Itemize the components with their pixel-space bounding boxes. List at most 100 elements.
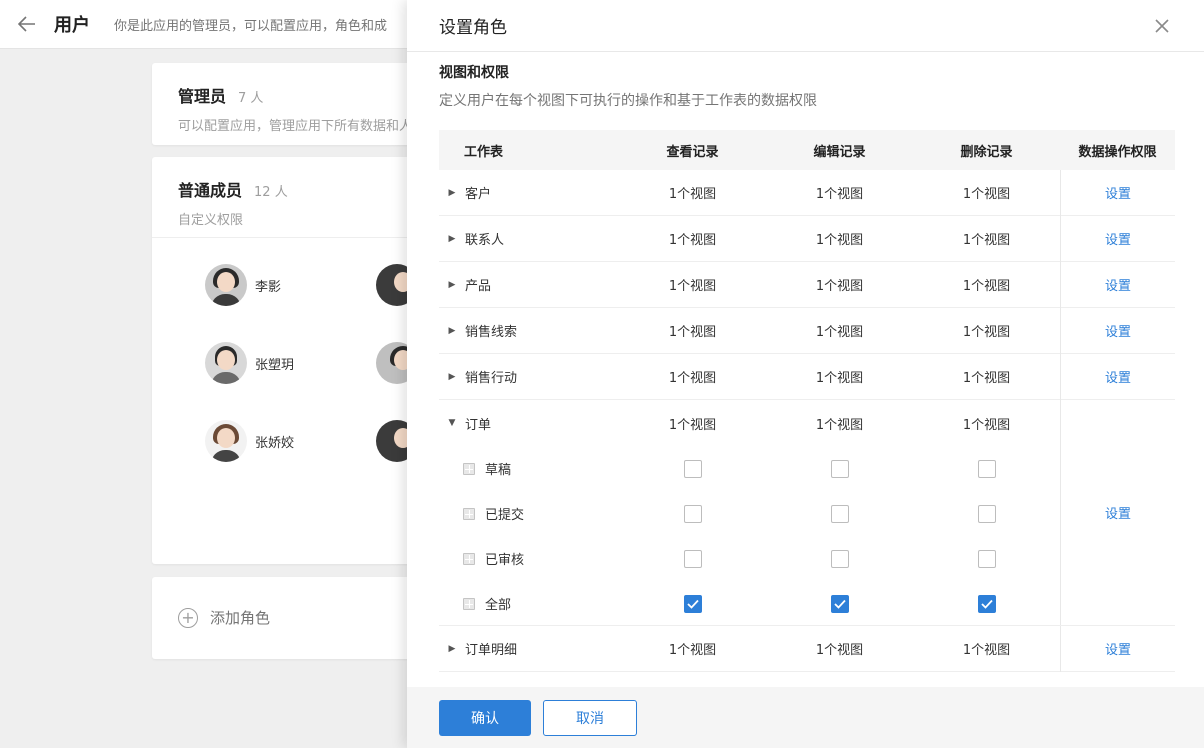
- check-icon: [980, 599, 993, 609]
- drawer-header: 设置角色: [407, 0, 1204, 52]
- edit-checkbox[interactable]: [830, 549, 849, 568]
- close-icon: [1155, 18, 1169, 33]
- edit-checkbox[interactable]: [830, 504, 849, 523]
- avatar: [205, 264, 247, 306]
- settings-link[interactable]: 设置: [1105, 503, 1131, 522]
- caret-right-icon[interactable]: ▶: [447, 280, 457, 290]
- edit-cell: 1个视图: [815, 279, 864, 294]
- delete-cell: 1个视图: [962, 325, 1011, 340]
- arrow-left-icon: [18, 16, 35, 32]
- view-icon: [463, 507, 475, 520]
- role-description: 自定义权限: [178, 213, 244, 228]
- delete-checkbox[interactable]: [977, 549, 996, 568]
- view-cell: 1个视图: [668, 233, 717, 248]
- caret-right-icon[interactable]: ▶: [447, 188, 457, 198]
- add-role-label: 添加角色: [210, 609, 271, 627]
- settings-link[interactable]: 设置: [1105, 321, 1131, 340]
- view-cell: 1个视图: [668, 279, 717, 294]
- avatar: [205, 420, 247, 462]
- worksheet-name: 联系人: [465, 233, 505, 248]
- drawer-footer: 确认 取消: [407, 687, 1204, 748]
- divider: [152, 237, 442, 238]
- settings-link[interactable]: 设置: [1105, 183, 1131, 202]
- drawer-title: 设置角色: [439, 18, 507, 38]
- view-icon: [463, 552, 475, 565]
- table-row[interactable]: ▶ 联系人 1个视图 1个视图 1个视图 设置: [439, 215, 1175, 262]
- subview-row: 全部: [439, 581, 1060, 626]
- confirm-button[interactable]: 确认: [439, 699, 531, 736]
- worksheet-name: 订单明细: [465, 643, 518, 658]
- role-name: 管理员: [178, 87, 227, 106]
- table-row-expanded[interactable]: ▼ 订单 1个视图 1个视图 1个视图 草稿 已提交 已审核 全部 设置: [439, 400, 1175, 626]
- delete-cell: 1个视图: [962, 417, 1011, 433]
- settings-link[interactable]: 设置: [1105, 229, 1131, 248]
- delete-checkbox[interactable]: [977, 504, 996, 523]
- column-header: 查看记录: [666, 144, 719, 160]
- back-button[interactable]: [0, 0, 54, 49]
- edit-cell: 1个视图: [815, 233, 864, 248]
- worksheet-name: 订单: [465, 417, 492, 433]
- table-row[interactable]: ▶ 订单明细 1个视图 1个视图 1个视图 设置: [439, 625, 1175, 672]
- close-button[interactable]: [1152, 16, 1172, 36]
- edit-checkbox[interactable]: [830, 459, 849, 478]
- section-title: 视图和权限: [439, 65, 509, 81]
- caret-right-icon[interactable]: ▶: [447, 644, 457, 654]
- delete-cell: 1个视图: [962, 371, 1011, 386]
- view-icon: [463, 462, 475, 475]
- caret-right-icon[interactable]: ▶: [447, 234, 457, 244]
- edit-cell: 1个视图: [815, 325, 864, 340]
- view-cell: 1个视图: [668, 187, 717, 202]
- view-cell: 1个视图: [668, 325, 717, 340]
- subview-name: 已审核: [485, 553, 525, 568]
- view-checkbox[interactable]: [683, 504, 702, 523]
- subview-name: 草稿: [485, 463, 512, 478]
- caret-right-icon[interactable]: ▶: [447, 326, 457, 336]
- worksheet-name: 产品: [465, 279, 492, 294]
- column-header: 工作表: [464, 144, 504, 160]
- check-icon: [833, 599, 846, 609]
- delete-checkbox[interactable]: [977, 459, 996, 478]
- delete-cell: 1个视图: [962, 643, 1011, 658]
- edit-checkbox[interactable]: [830, 594, 849, 613]
- column-header: 数据操作权限: [1078, 144, 1157, 160]
- section-description: 定义用户在每个视图下可执行的操作和基于工作表的数据权限: [439, 93, 817, 109]
- view-cell: 1个视图: [668, 417, 717, 433]
- delete-cell: 1个视图: [962, 233, 1011, 248]
- edit-cell: 1个视图: [815, 371, 864, 386]
- delete-checkbox[interactable]: [977, 594, 996, 613]
- view-cell: 1个视图: [668, 371, 717, 386]
- caret-right-icon[interactable]: ▶: [447, 372, 457, 382]
- table-row[interactable]: ▶ 销售行动 1个视图 1个视图 1个视图 设置: [439, 353, 1175, 400]
- view-checkbox[interactable]: [683, 459, 702, 478]
- view-checkbox[interactable]: [683, 549, 702, 568]
- role-count: 12 人: [254, 185, 288, 200]
- avatar: [205, 342, 247, 384]
- member-name: 张塑玥: [255, 357, 295, 373]
- add-role-card[interactable]: + 添加角色: [152, 577, 442, 659]
- table-row[interactable]: ▶ 产品 1个视图 1个视图 1个视图 设置: [439, 261, 1175, 308]
- subview-row: 草稿: [439, 446, 1060, 491]
- role-count: 7 人: [238, 91, 264, 106]
- cancel-button[interactable]: 取消: [543, 699, 637, 736]
- delete-cell: 1个视图: [962, 187, 1011, 202]
- check-icon: [686, 599, 699, 609]
- settings-link[interactable]: 设置: [1105, 639, 1131, 658]
- page-title: 用户: [54, 15, 90, 36]
- caret-down-icon[interactable]: ▼: [447, 418, 457, 428]
- view-cell: 1个视图: [668, 643, 717, 658]
- role-card-members[interactable]: 普通成员 12 人 自定义权限 李影 张塑玥 张娇姣: [152, 157, 442, 564]
- role-settings-drawer: 设置角色 视图和权限 定义用户在每个视图下可执行的操作和基于工作表的数据权限 工…: [407, 0, 1204, 748]
- role-name: 普通成员: [178, 181, 243, 200]
- member-item[interactable]: 李影: [205, 264, 281, 306]
- member-item[interactable]: 张娇姣: [205, 420, 294, 462]
- subview-name: 已提交: [485, 508, 525, 523]
- settings-link[interactable]: 设置: [1105, 275, 1131, 294]
- role-card-admin[interactable]: 管理员 7 人 可以配置应用，管理应用下所有数据和人: [152, 63, 442, 145]
- member-item[interactable]: 张塑玥: [205, 342, 294, 384]
- page-description: 你是此应用的管理员，可以配置应用，角色和成: [114, 18, 388, 34]
- member-name: 李影: [255, 279, 282, 295]
- view-checkbox[interactable]: [683, 594, 702, 613]
- table-row[interactable]: ▶ 客户 1个视图 1个视图 1个视图 设置: [439, 169, 1175, 216]
- settings-link[interactable]: 设置: [1105, 367, 1131, 386]
- table-row[interactable]: ▶ 销售线索 1个视图 1个视图 1个视图 设置: [439, 307, 1175, 354]
